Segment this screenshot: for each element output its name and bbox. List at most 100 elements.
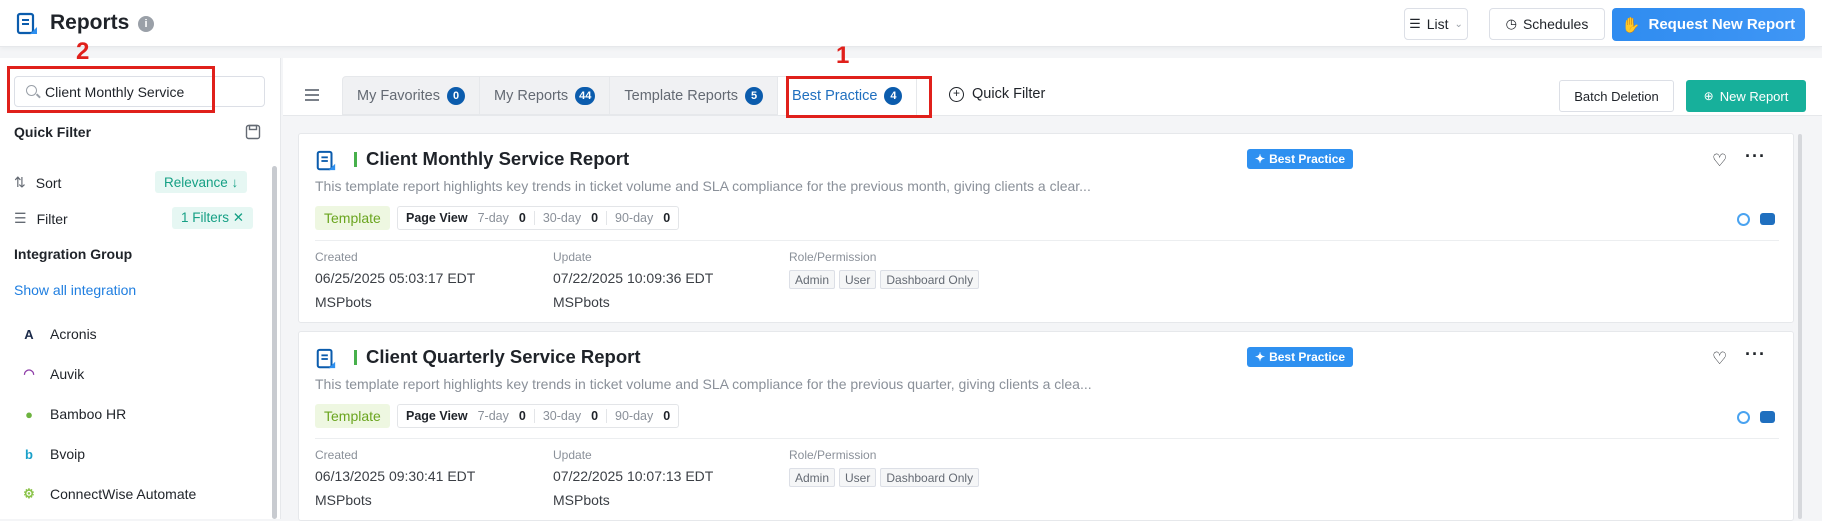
role-tag: Dashboard Only <box>880 468 980 487</box>
filter-icon: ☰ <box>14 210 27 226</box>
top-bar: Reports i ☰ List ⌄ ◷ Schedules ✋ Request… <box>0 0 1822 47</box>
globe-icon[interactable] <box>1737 411 1750 424</box>
reports-logo-icon <box>16 12 37 35</box>
divider <box>315 240 1779 241</box>
role-tag: Admin <box>789 270 836 289</box>
filter-label: Filter <box>36 210 68 227</box>
tab-label: My Favorites <box>357 88 440 104</box>
filter-value-pill[interactable]: 1 Filters ✕ <box>172 207 254 229</box>
show-all-integration-link[interactable]: Show all integration <box>14 282 136 298</box>
batch-deletion-button[interactable]: Batch Deletion <box>1559 80 1674 112</box>
schedules-label: Schedules <box>1522 16 1589 32</box>
list-icon: ☰ <box>1409 16 1421 31</box>
info-icon[interactable]: i <box>138 16 154 32</box>
filter-row[interactable]: ☰ Filter <box>14 210 68 227</box>
save-icon[interactable] <box>245 124 261 140</box>
bot-icon[interactable] <box>1760 411 1775 423</box>
add-circle-icon: + <box>949 86 964 102</box>
tab-my-reports[interactable]: My Reports 44 <box>480 77 611 115</box>
pv-90-value: 0 <box>663 211 671 225</box>
request-new-report-button[interactable]: ✋ Request New Report <box>1612 8 1805 41</box>
integration-item[interactable]: ⚙ ConnectWise Automate <box>20 485 196 503</box>
tab-label: My Reports <box>494 88 569 104</box>
bot-icon[interactable] <box>1760 213 1775 225</box>
report-title[interactable]: Client Quarterly Service Report <box>366 346 641 368</box>
sort-row[interactable]: ⇅ Sort <box>14 174 61 191</box>
created-date: 06/13/2025 09:30:41 EDT <box>315 468 476 484</box>
integration-item[interactable]: ◠ Auvik <box>20 365 84 383</box>
sidebar-scrollbar[interactable] <box>272 166 277 519</box>
annotation-marker-2: 2 <box>76 38 90 65</box>
pv-7-value: 0 <box>518 409 526 423</box>
integration-logo-icon: b <box>25 446 33 462</box>
new-report-button[interactable]: ⊕ New Report <box>1686 80 1806 112</box>
menu-toggle-icon[interactable] <box>305 89 319 104</box>
report-logo-icon <box>316 348 336 369</box>
view-list-dropdown[interactable]: ☰ List ⌄ <box>1404 8 1468 40</box>
pv-30-value: 0 <box>591 211 599 225</box>
sort-icon: ⇅ <box>14 174 26 190</box>
role-permission-label: Role/Permission <box>789 250 877 264</box>
update-by: MSPbots <box>553 294 610 310</box>
template-tag: Template <box>315 206 390 230</box>
highlight-box-best-practice <box>786 76 932 118</box>
tab-template-reports[interactable]: Template Reports 5 <box>610 77 779 115</box>
integration-item[interactable]: A Acronis <box>20 325 97 343</box>
update-date: 07/22/2025 10:09:36 EDT <box>553 270 714 286</box>
divider <box>315 438 1779 439</box>
created-by: MSPbots <box>315 294 372 310</box>
tab-my-favorites[interactable]: My Favorites 0 <box>343 77 480 115</box>
integration-item[interactable]: b Bvoip <box>20 445 85 463</box>
favorite-heart-icon[interactable]: ♡ <box>1712 349 1727 369</box>
report-card[interactable]: Client Quarterly Service Report ✦ Best Pr… <box>298 331 1794 521</box>
tab-count-badge: 5 <box>745 87 764 105</box>
role-tag: Admin <box>789 468 836 487</box>
role-permission-label: Role/Permission <box>789 448 877 462</box>
pv-30-value: 0 <box>591 409 599 423</box>
pv-90-value: 0 <box>663 409 671 423</box>
hand-icon: ✋ <box>1621 16 1641 34</box>
list-label: List <box>1426 16 1449 32</box>
main-scrollbar[interactable] <box>1798 134 1802 519</box>
report-description: This template report highlights key tren… <box>315 178 1091 194</box>
page-title: Reports <box>50 11 130 34</box>
schedules-button[interactable]: ◷ Schedules <box>1489 8 1605 40</box>
favorite-heart-icon[interactable]: ♡ <box>1712 151 1727 171</box>
more-options-icon[interactable]: ··· <box>1745 344 1766 365</box>
report-description: This template report highlights key tren… <box>315 376 1092 392</box>
more-options-icon[interactable]: ··· <box>1745 146 1766 167</box>
report-title[interactable]: Client Monthly Service Report <box>366 148 629 170</box>
tab-label: Template Reports <box>624 88 739 104</box>
status-bar <box>354 350 357 365</box>
created-by: MSPbots <box>315 492 372 508</box>
integration-logo-icon: ⚙ <box>23 486 35 501</box>
report-card[interactable]: Client Monthly Service Report ✦ Best Prac… <box>298 133 1794 323</box>
role-tags: Admin User Dashboard Only <box>789 468 980 487</box>
role-tag: Dashboard Only <box>880 270 980 289</box>
integration-logo-icon: A <box>24 326 34 342</box>
badge-label: Best Practice <box>1269 350 1346 364</box>
update-date: 07/22/2025 10:07:13 EDT <box>553 468 714 484</box>
report-logo-icon <box>316 150 336 171</box>
integration-logo-icon: ◠ <box>23 366 35 381</box>
request-label: Request New Report <box>1648 16 1796 33</box>
quick-filter-heading: Quick Filter <box>14 124 92 140</box>
created-label: Created <box>315 250 358 264</box>
integration-item[interactable]: ● Bamboo HR <box>20 405 126 423</box>
status-bar <box>354 152 357 167</box>
page-view-label: Page View <box>406 409 468 423</box>
badge-label: Best Practice <box>1269 152 1346 166</box>
quick-filter-button[interactable]: + Quick Filter <box>949 86 1045 102</box>
role-tag: User <box>839 270 877 289</box>
best-practice-badge: ✦ Best Practice <box>1247 149 1354 169</box>
sparkle-icon: ✦ <box>1255 152 1266 166</box>
created-date: 06/25/2025 05:03:17 EDT <box>315 270 476 286</box>
pv-7-value: 0 <box>518 211 526 225</box>
globe-icon[interactable] <box>1737 213 1750 226</box>
tab-count-badge: 0 <box>447 87 465 105</box>
role-tag: User <box>839 468 877 487</box>
integration-name: Acronis <box>50 326 97 342</box>
add-circle-icon: ⊕ <box>1703 89 1714 103</box>
sort-value-pill[interactable]: Relevance ↓ <box>155 171 248 193</box>
created-label: Created <box>315 448 358 462</box>
